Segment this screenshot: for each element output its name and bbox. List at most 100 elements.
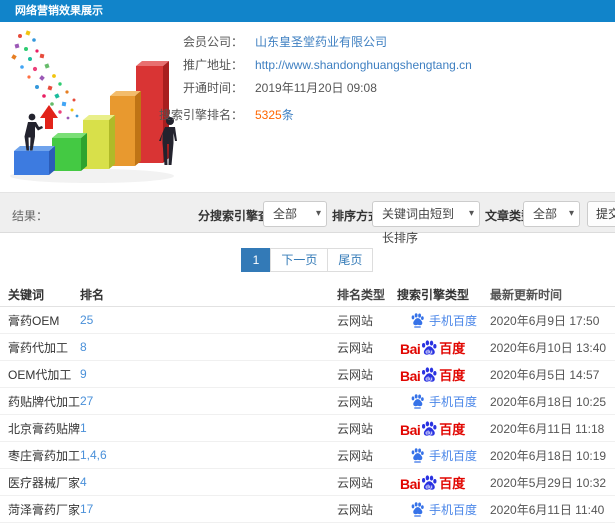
keyword-cell: 医疗器械厂家 <box>8 475 81 490</box>
rank-type-cell: 云网站 <box>337 502 374 517</box>
rank-link[interactable]: 8 <box>80 340 87 354</box>
submit-button[interactable]: 提交 <box>587 201 615 227</box>
keyword-cell: 药贴牌代加工 <box>8 394 81 409</box>
rank-count-unit: 条 <box>281 108 294 122</box>
results-table: 关键词 排名 排名类型 搜索引擎类型 最新更新时间 膏药OEM 25 云网站 手… <box>0 283 615 523</box>
baidu-logo[interactable]: Bai du 百度 <box>400 473 465 492</box>
rank-link[interactable]: 17 <box>80 502 93 516</box>
rank-link[interactable]: 4 <box>80 475 87 489</box>
page-1-button[interactable]: 1 <box>240 248 272 272</box>
last-page-button[interactable]: 尾页 <box>327 248 374 272</box>
company-info-list: 会员公司： 山东皇圣堂药业有限公司 推广地址： http://www.shand… <box>153 33 472 123</box>
table-row: 医疗器械厂家 4 云网站 Bai du 百度 2020年5月29日 10:32 <box>0 469 615 496</box>
baidu-logo-cn: 百度 <box>439 421 466 437</box>
mobile-baidu-logo[interactable]: 手机百度 <box>410 447 477 464</box>
baidu-logo-bai: Bai <box>400 475 421 492</box>
table-row: 膏药OEM 25 云网站 手机百度 2020年6月9日 17:50 <box>0 307 615 334</box>
company-info-section: 会员公司： 山东皇圣堂药业有限公司 推广地址： http://www.shand… <box>0 22 615 192</box>
rank-link[interactable]: 1,4,6 <box>80 448 107 462</box>
rank-type-cell: 云网站 <box>337 421 374 436</box>
table-row: 膏药代加工 8 云网站 Bai du 百度 2020年6月10日 13:40 <box>0 334 615 361</box>
rank-type-cell: 云网站 <box>337 340 374 355</box>
rank-link[interactable]: 27 <box>80 394 93 408</box>
mobile-baidu-logo[interactable]: 手机百度 <box>410 393 477 410</box>
table-row: 菏泽膏药厂家 17 云网站 手机百度 2020年6月11日 11:40 <box>0 496 615 523</box>
baidu-logo-du: du <box>426 484 434 490</box>
rank-count-value: 5325 <box>255 107 282 122</box>
baidu-paw-icon: du <box>422 474 437 490</box>
baidu-logo-cn: 百度 <box>439 367 466 383</box>
mobile-baidu-label: 手机百度 <box>429 313 478 328</box>
header-rank-type: 排名类型 <box>337 288 386 302</box>
header-keyword: 关键词 <box>8 288 45 302</box>
rank-type-cell: 云网站 <box>337 313 374 328</box>
baidu-logo-du: du <box>426 349 434 355</box>
table-row: 枣庄膏药加工 1,4,6 云网站 手机百度 2020年6月18日 10:19 <box>0 442 615 469</box>
baidu-paw-icon: du <box>422 366 437 382</box>
growth-arrow-icon <box>40 105 58 129</box>
baidu-paw-icon <box>411 448 424 463</box>
table-header-row: 关键词 排名 排名类型 搜索引擎类型 最新更新时间 <box>0 283 615 307</box>
keyword-cell: 菏泽膏药厂家 <box>8 502 81 517</box>
bar-green <box>52 133 87 171</box>
rank-link[interactable]: 1 <box>80 421 87 435</box>
baidu-logo-cn: 百度 <box>439 475 466 491</box>
next-page-button[interactable]: 下一页 <box>270 248 329 272</box>
baidu-paw-icon: du <box>422 339 437 355</box>
updated-cell: 2020年6月10日 13:40 <box>490 340 607 355</box>
engine-filter-value: 全部 <box>273 207 298 221</box>
baidu-logo[interactable]: Bai du 百度 <box>400 419 465 438</box>
open-time-label: 开通时间： <box>182 81 243 95</box>
updated-cell: 2020年6月18日 10:19 <box>490 448 607 463</box>
rank-type-cell: 云网站 <box>337 448 374 463</box>
table-row: 药贴牌代加工 27 云网站 手机百度 2020年6月18日 10:25 <box>0 388 615 415</box>
rank-link[interactable]: 9 <box>80 367 87 381</box>
result-label: 结果： <box>12 209 49 223</box>
page-title: 网络营销效果展示 <box>15 5 103 17</box>
baidu-logo[interactable]: Bai du 百度 <box>400 365 465 384</box>
baidu-logo[interactable]: Bai du 百度 <box>400 338 465 357</box>
table-row: OEM代加工 9 云网站 Bai du 百度 2020年6月5日 14:57 <box>0 361 615 388</box>
sort-filter-select[interactable]: 关键词由短到长排序 <box>372 201 480 245</box>
rank-link[interactable]: 25 <box>80 313 93 327</box>
baidu-logo-cn: 百度 <box>439 340 466 356</box>
mobile-baidu-logo[interactable]: 手机百度 <box>410 312 477 329</box>
page-title-bar: 网络营销效果展示 <box>0 0 615 22</box>
info-row-member: 会员公司： 山东皇圣堂药业有限公司 <box>153 33 472 50</box>
info-row-rank-count: 搜索引擎排名： 5325 条 <box>153 107 472 123</box>
baidu-paw-icon <box>411 313 424 328</box>
member-company-link[interactable]: 山东皇圣堂药业有限公司 <box>255 33 387 50</box>
info-row-opened: 开通时间： 2019年11月20日 09:08 <box>153 81 472 95</box>
keyword-cell: 北京膏药贴牌 <box>8 421 81 436</box>
mobile-baidu-logo[interactable]: 手机百度 <box>410 501 477 518</box>
promo-url-label: 推广地址： <box>182 58 243 72</box>
baidu-paw-icon: du <box>422 420 437 436</box>
header-updated: 最新更新时间 <box>490 288 563 302</box>
baidu-logo-bai: Bai <box>400 421 421 438</box>
bar-yellow <box>83 115 115 169</box>
keyword-cell: 枣庄膏药加工 <box>8 448 81 463</box>
mobile-baidu-label: 手机百度 <box>429 448 478 463</box>
rank-type-cell: 云网站 <box>337 367 374 382</box>
updated-cell: 2020年6月11日 11:40 <box>490 502 605 517</box>
article-type-value: 全部 <box>533 207 558 221</box>
baidu-logo-bai: Bai <box>400 367 421 384</box>
rank-type-cell: 云网站 <box>337 475 374 490</box>
article-type-select[interactable]: 全部 <box>523 201 580 227</box>
rank-type-cell: 云网站 <box>337 394 374 409</box>
info-row-url: 推广地址： http://www.shandonghuangshengtang.… <box>153 58 472 73</box>
baidu-logo-bai: Bai <box>400 340 421 357</box>
engine-filter-select[interactable]: 全部 <box>263 201 327 227</box>
promo-url-link[interactable]: http://www.shandonghuangshengtang.cn <box>255 58 472 72</box>
pagination: 1 下一页 尾页 <box>0 248 615 272</box>
keyword-cell: 膏药OEM <box>8 313 60 328</box>
filter-bar: 结果： 分搜索引擎查看 全部 排序方式 关键词由短到长排序 文章类型 全部 提交 <box>0 192 615 245</box>
updated-cell: 2020年6月9日 17:50 <box>490 313 600 328</box>
engine-rank-label: 搜索引擎排名： <box>158 108 243 122</box>
baidu-logo-du: du <box>426 376 434 382</box>
updated-cell: 2020年6月5日 14:57 <box>490 367 600 382</box>
header-engine-type: 搜索引擎类型 <box>397 288 470 302</box>
member-company-label: 会员公司： <box>182 35 243 49</box>
open-time-value: 2019年11月20日 09:08 <box>255 81 377 95</box>
keyword-cell: 膏药代加工 <box>8 340 69 355</box>
